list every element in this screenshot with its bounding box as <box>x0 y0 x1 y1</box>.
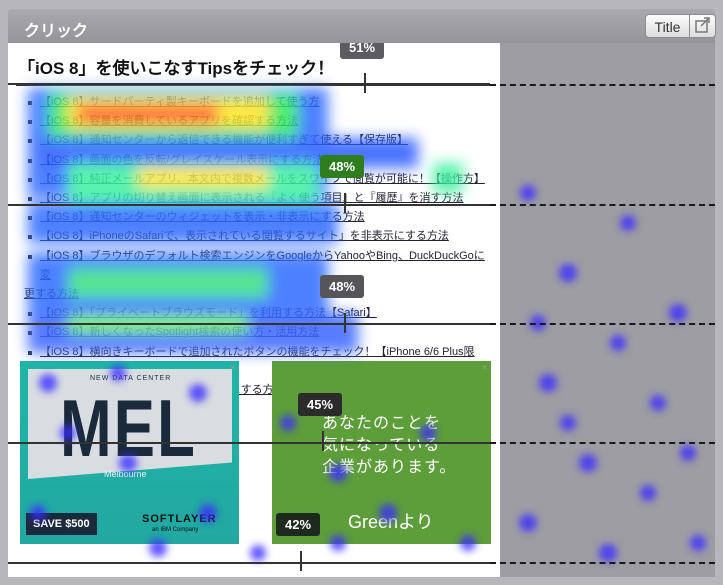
list-item-continuation[interactable]: 更する方法 <box>24 285 488 304</box>
window-titlebar: クリック Title <box>8 9 716 43</box>
scroll-line <box>8 442 490 444</box>
ad-close-icon[interactable]: ✕ <box>229 363 236 372</box>
list-item[interactable]: 【iOS 8】iPhoneのSafariで、表示されている閲覧するサイト」を非表… <box>26 227 488 246</box>
ad-banner-softlayer[interactable]: NEW DATA CENTER MEL Melbourne SAVE $500 … <box>20 361 239 544</box>
external-link-icon <box>695 17 710 33</box>
open-external-button[interactable] <box>689 14 716 38</box>
title-toggle-button[interactable]: Title <box>645 14 690 38</box>
scroll-marker-48b: 48% <box>320 275 365 298</box>
scroll-line <box>8 204 490 206</box>
ad-brand: SOFTLAYER <box>142 513 217 525</box>
scroll-dash <box>490 562 715 564</box>
list-item[interactable]: 【iOS 8】ブラウザのデフォルト検索エンジンをGoogleからYahooやBi… <box>26 247 488 285</box>
scroll-marker-45: 45% <box>298 393 343 416</box>
scroll-tick <box>364 73 366 93</box>
scroll-marker-42: 42% <box>276 513 321 536</box>
list-item[interactable]: 【iOS 8】純正メールアプリ、本文内で複数メールをスワイプで閲覧が可能に！【操… <box>26 170 488 189</box>
ad-copy: あなたのことを 気になっている 企業があります。 <box>322 415 457 476</box>
scroll-line <box>8 562 490 564</box>
list-item[interactable]: 【iOS 8】通知センターのウィジェットを表示・非表示にする方法 <box>26 208 488 227</box>
scroll-tick <box>344 313 346 333</box>
article-page: 「iOS 8」を使いこなすTipsをチェック！ 【iOS 8】サードパーティ製キ… <box>8 43 500 577</box>
scroll-tick <box>300 551 302 571</box>
scroll-line <box>8 83 490 85</box>
page-preview: 「iOS 8」を使いこなすTipsをチェック！ 【iOS 8】サードパーティ製キ… <box>8 43 715 577</box>
scroll-tick <box>344 193 346 213</box>
scroll-tick <box>322 431 324 451</box>
scroll-marker-51: 51% <box>340 43 385 59</box>
list-item[interactable]: 【iOS 8】「プライベートブラウズモード」を利用する方法【Safari】 <box>26 304 488 323</box>
scroll-dash <box>490 84 715 86</box>
ad-title: MEL <box>60 384 197 474</box>
list-item[interactable]: 【iOS 8】容量を消費しているアプリを確認する方法 <box>26 112 488 131</box>
list-item[interactable]: 【iOS 8】新しくなったSpotlight検索の使い方・活用方法 <box>26 323 488 342</box>
list-item[interactable]: 【iOS 8】通知センターから返信できる機能が便利すぎて使える【保存版】 <box>26 131 488 150</box>
scroll-dash <box>490 323 715 325</box>
article-heading: 「iOS 8」を使いこなすTipsをチェック！ <box>18 59 335 78</box>
scroll-dash <box>490 442 715 444</box>
scroll-line <box>8 323 490 325</box>
ad-brand-sub: an IBM Company <box>152 527 199 533</box>
window-title: クリック <box>24 23 89 40</box>
list-item[interactable]: 【iOS 8】サードパーティ製キーボードを追加して使う方 <box>26 93 488 112</box>
ad-label: NEW DATA CENTER <box>90 375 172 382</box>
ad-close-icon[interactable]: ✕ <box>481 363 488 372</box>
ad-city: Melbourne <box>104 469 147 479</box>
list-item[interactable]: 【iOS 8】画面の色を反転/グレイスケール表示にする方法 <box>26 151 488 170</box>
scroll-marker-48: 48% <box>320 155 365 178</box>
offpage-area <box>500 43 715 577</box>
ad-cta-button[interactable]: SAVE $500 <box>26 513 97 535</box>
scroll-dash <box>490 204 715 206</box>
ad-brand: Greenより <box>348 512 434 532</box>
article-link-list: 【iOS 8】サードパーティ製キーボードを追加して使う方 【iOS 8】容量を消… <box>24 93 488 400</box>
heatmap-window: クリック Title 「iOS 8」を使いこなすTipsをチェック！ 【iOS … <box>0 0 723 585</box>
